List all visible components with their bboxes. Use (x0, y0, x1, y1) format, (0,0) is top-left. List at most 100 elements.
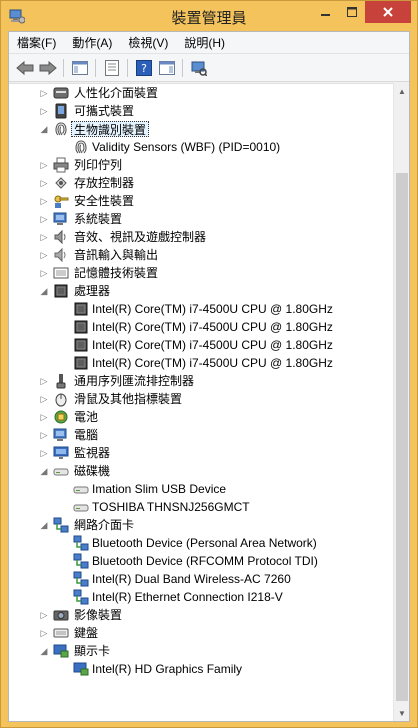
expand-icon[interactable]: ▷ (39, 268, 49, 278)
help-icon: ? (135, 59, 152, 76)
expand-icon[interactable]: ▷ (39, 628, 49, 638)
expand-icon[interactable]: ▷ (39, 88, 49, 98)
expand-icon[interactable]: ▷ (39, 448, 49, 458)
forward-button[interactable] (36, 57, 59, 79)
title-bar[interactable]: 裝置管理員 (1, 1, 417, 31)
tree-device[interactable]: Intel(R) Core(TM) i7-4500U CPU @ 1.80GHz (9, 300, 393, 318)
tree-device[interactable]: Imation Slim USB Device (9, 480, 393, 498)
tree-device[interactable]: TOSHIBA THNSNJ256GMCT (9, 498, 393, 516)
device-tree[interactable]: ▷ 人性化介面裝置 ▷ 可攜式裝置 ◢ 生物識別裝置 Validity Sensors (W… (9, 83, 393, 721)
expand-icon[interactable]: ▷ (39, 610, 49, 620)
tree-category[interactable]: ◢ 磁碟機 (9, 462, 393, 480)
expand-icon[interactable]: ▷ (39, 214, 49, 224)
tree-category[interactable]: ▷ 通用序列匯流排控制器 (9, 372, 393, 390)
tree-category[interactable]: ▷ 人性化介面裝置 (9, 84, 393, 102)
speaker-icon (53, 229, 69, 245)
collapse-icon[interactable]: ◢ (39, 286, 49, 296)
menu-view[interactable]: 檢視(V) (120, 32, 176, 54)
back-arrow-icon (15, 60, 33, 75)
menu-action[interactable]: 動作(A) (64, 32, 120, 54)
expand-icon[interactable]: ▷ (39, 250, 49, 260)
menu-file[interactable]: 檔案(F) (9, 32, 64, 54)
monitor-icon (53, 445, 69, 461)
expand-icon[interactable]: ▷ (39, 376, 49, 386)
collapse-icon[interactable]: ◢ (39, 466, 49, 476)
maximize-button[interactable] (339, 1, 365, 23)
expand-icon[interactable]: ▷ (39, 106, 49, 116)
tree-device[interactable]: Intel(R) Core(TM) i7-4500U CPU @ 1.80GHz (9, 336, 393, 354)
tree-category[interactable]: ▷ 滑鼠及其他指標裝置 (9, 390, 393, 408)
device-manager-window: 裝置管理員 檔案(F) 動作(A) 檢視(V) 說明(H) ? ▷ 人性化介面裝… (0, 0, 418, 728)
tree-category[interactable]: ▷ 安全性裝置 (9, 192, 393, 210)
tree-device[interactable]: Intel(R) HD Graphics Family (9, 660, 393, 678)
network-adapter-icon (73, 553, 89, 569)
scan-hardware-button[interactable] (187, 57, 210, 79)
help-button[interactable]: ? (132, 57, 155, 79)
tree-device[interactable]: Intel(R) Dual Band Wireless-AC 7260 (9, 570, 393, 588)
properties-icon (104, 59, 119, 76)
expand-icon[interactable]: ▷ (39, 196, 49, 206)
tree-category[interactable]: ▷ 電腦 (9, 426, 393, 444)
tree-device[interactable]: Intel(R) Ethernet Connection I218-V (9, 588, 393, 606)
tree-item-label: 滑鼠及其他指標裝置 (74, 392, 183, 406)
tree-category[interactable]: ▷ 監視器 (9, 444, 393, 462)
tree-category[interactable]: ▷ 記憶體技術裝置 (9, 264, 393, 282)
processor-icon (73, 301, 89, 317)
disk-drive-icon (73, 499, 89, 515)
usb-icon (53, 373, 69, 389)
storage-controller-icon (53, 175, 69, 191)
tree-category[interactable]: ▷ 鍵盤 (9, 624, 393, 642)
collapse-icon[interactable]: ◢ (39, 520, 49, 530)
action-pane-button[interactable] (155, 57, 178, 79)
tree-category[interactable]: ◢ 網路介面卡 (9, 516, 393, 534)
tree-device[interactable]: Bluetooth Device (RFCOMM Protocol TDI) (9, 552, 393, 570)
tree-item-label: 記憶體技術裝置 (74, 266, 159, 280)
tree-category[interactable]: ▷ 可攜式裝置 (9, 102, 393, 120)
tree-item-label: Intel(R) Core(TM) i7-4500U CPU @ 1.80GHz (92, 356, 333, 370)
expand-icon[interactable]: ▷ (39, 412, 49, 422)
tree-category[interactable]: ▷ 列印佇列 (9, 156, 393, 174)
collapse-icon[interactable]: ◢ (39, 646, 49, 656)
scroll-down-arrow[interactable]: ▼ (394, 705, 410, 721)
expand-icon[interactable]: ▷ (39, 160, 49, 170)
tree-device[interactable]: Intel(R) Core(TM) i7-4500U CPU @ 1.80GHz (9, 354, 393, 372)
tree-item-label: 處理器 (74, 284, 111, 298)
scroll-thumb[interactable] (396, 173, 408, 701)
tree-device[interactable]: Intel(R) Core(TM) i7-4500U CPU @ 1.80GHz (9, 318, 393, 336)
memory-icon (53, 265, 69, 281)
show-hide-console-tree-button[interactable] (68, 57, 91, 79)
network-adapter-icon (73, 571, 89, 587)
expand-icon[interactable]: ▷ (39, 178, 49, 188)
tree-device[interactable]: Bluetooth Device (Personal Area Network) (9, 534, 393, 552)
tree-category[interactable]: ▷ 音效、視訊及遊戲控制器 (9, 228, 393, 246)
tree-item-label: 音效、視訊及遊戲控制器 (74, 230, 207, 244)
tree-category[interactable]: ◢ 生物識別裝置 (9, 120, 393, 138)
scroll-up-arrow[interactable]: ▲ (394, 83, 410, 99)
vertical-scrollbar[interactable]: ▲ ▼ (393, 83, 409, 721)
tree-category[interactable]: ▷ 系統裝置 (9, 210, 393, 228)
tree-category[interactable]: ▷ 電池 (9, 408, 393, 426)
tree-item-label: 可攜式裝置 (74, 104, 135, 118)
tree-item-label: 系統裝置 (74, 212, 123, 226)
tree-category[interactable]: ◢ 處理器 (9, 282, 393, 300)
mouse-icon (53, 391, 69, 407)
close-icon (383, 7, 393, 17)
menu-help[interactable]: 說明(H) (176, 32, 233, 54)
collapse-icon[interactable]: ◢ (39, 124, 49, 134)
close-button[interactable] (365, 1, 411, 23)
back-button[interactable] (13, 57, 36, 79)
tree-category[interactable]: ▷ 存放控制器 (9, 174, 393, 192)
action-pane-icon (158, 60, 175, 75)
toolbar-separator (182, 58, 183, 77)
expand-icon[interactable]: ▷ (39, 232, 49, 242)
expand-icon[interactable]: ▷ (39, 394, 49, 404)
tree-category[interactable]: ◢ 顯示卡 (9, 642, 393, 660)
tree-category[interactable]: ▷ 音訊輸入與輸出 (9, 246, 393, 264)
expand-icon[interactable]: ▷ (39, 430, 49, 440)
security-key-icon (53, 193, 69, 209)
properties-button[interactable] (100, 57, 123, 79)
minimize-button[interactable] (313, 1, 339, 23)
tree-device[interactable]: Validity Sensors (WBF) (PID=0010) (9, 138, 393, 156)
tree-item-label: Intel(R) Core(TM) i7-4500U CPU @ 1.80GHz (92, 320, 333, 334)
tree-category[interactable]: ▷ 影像裝置 (9, 606, 393, 624)
